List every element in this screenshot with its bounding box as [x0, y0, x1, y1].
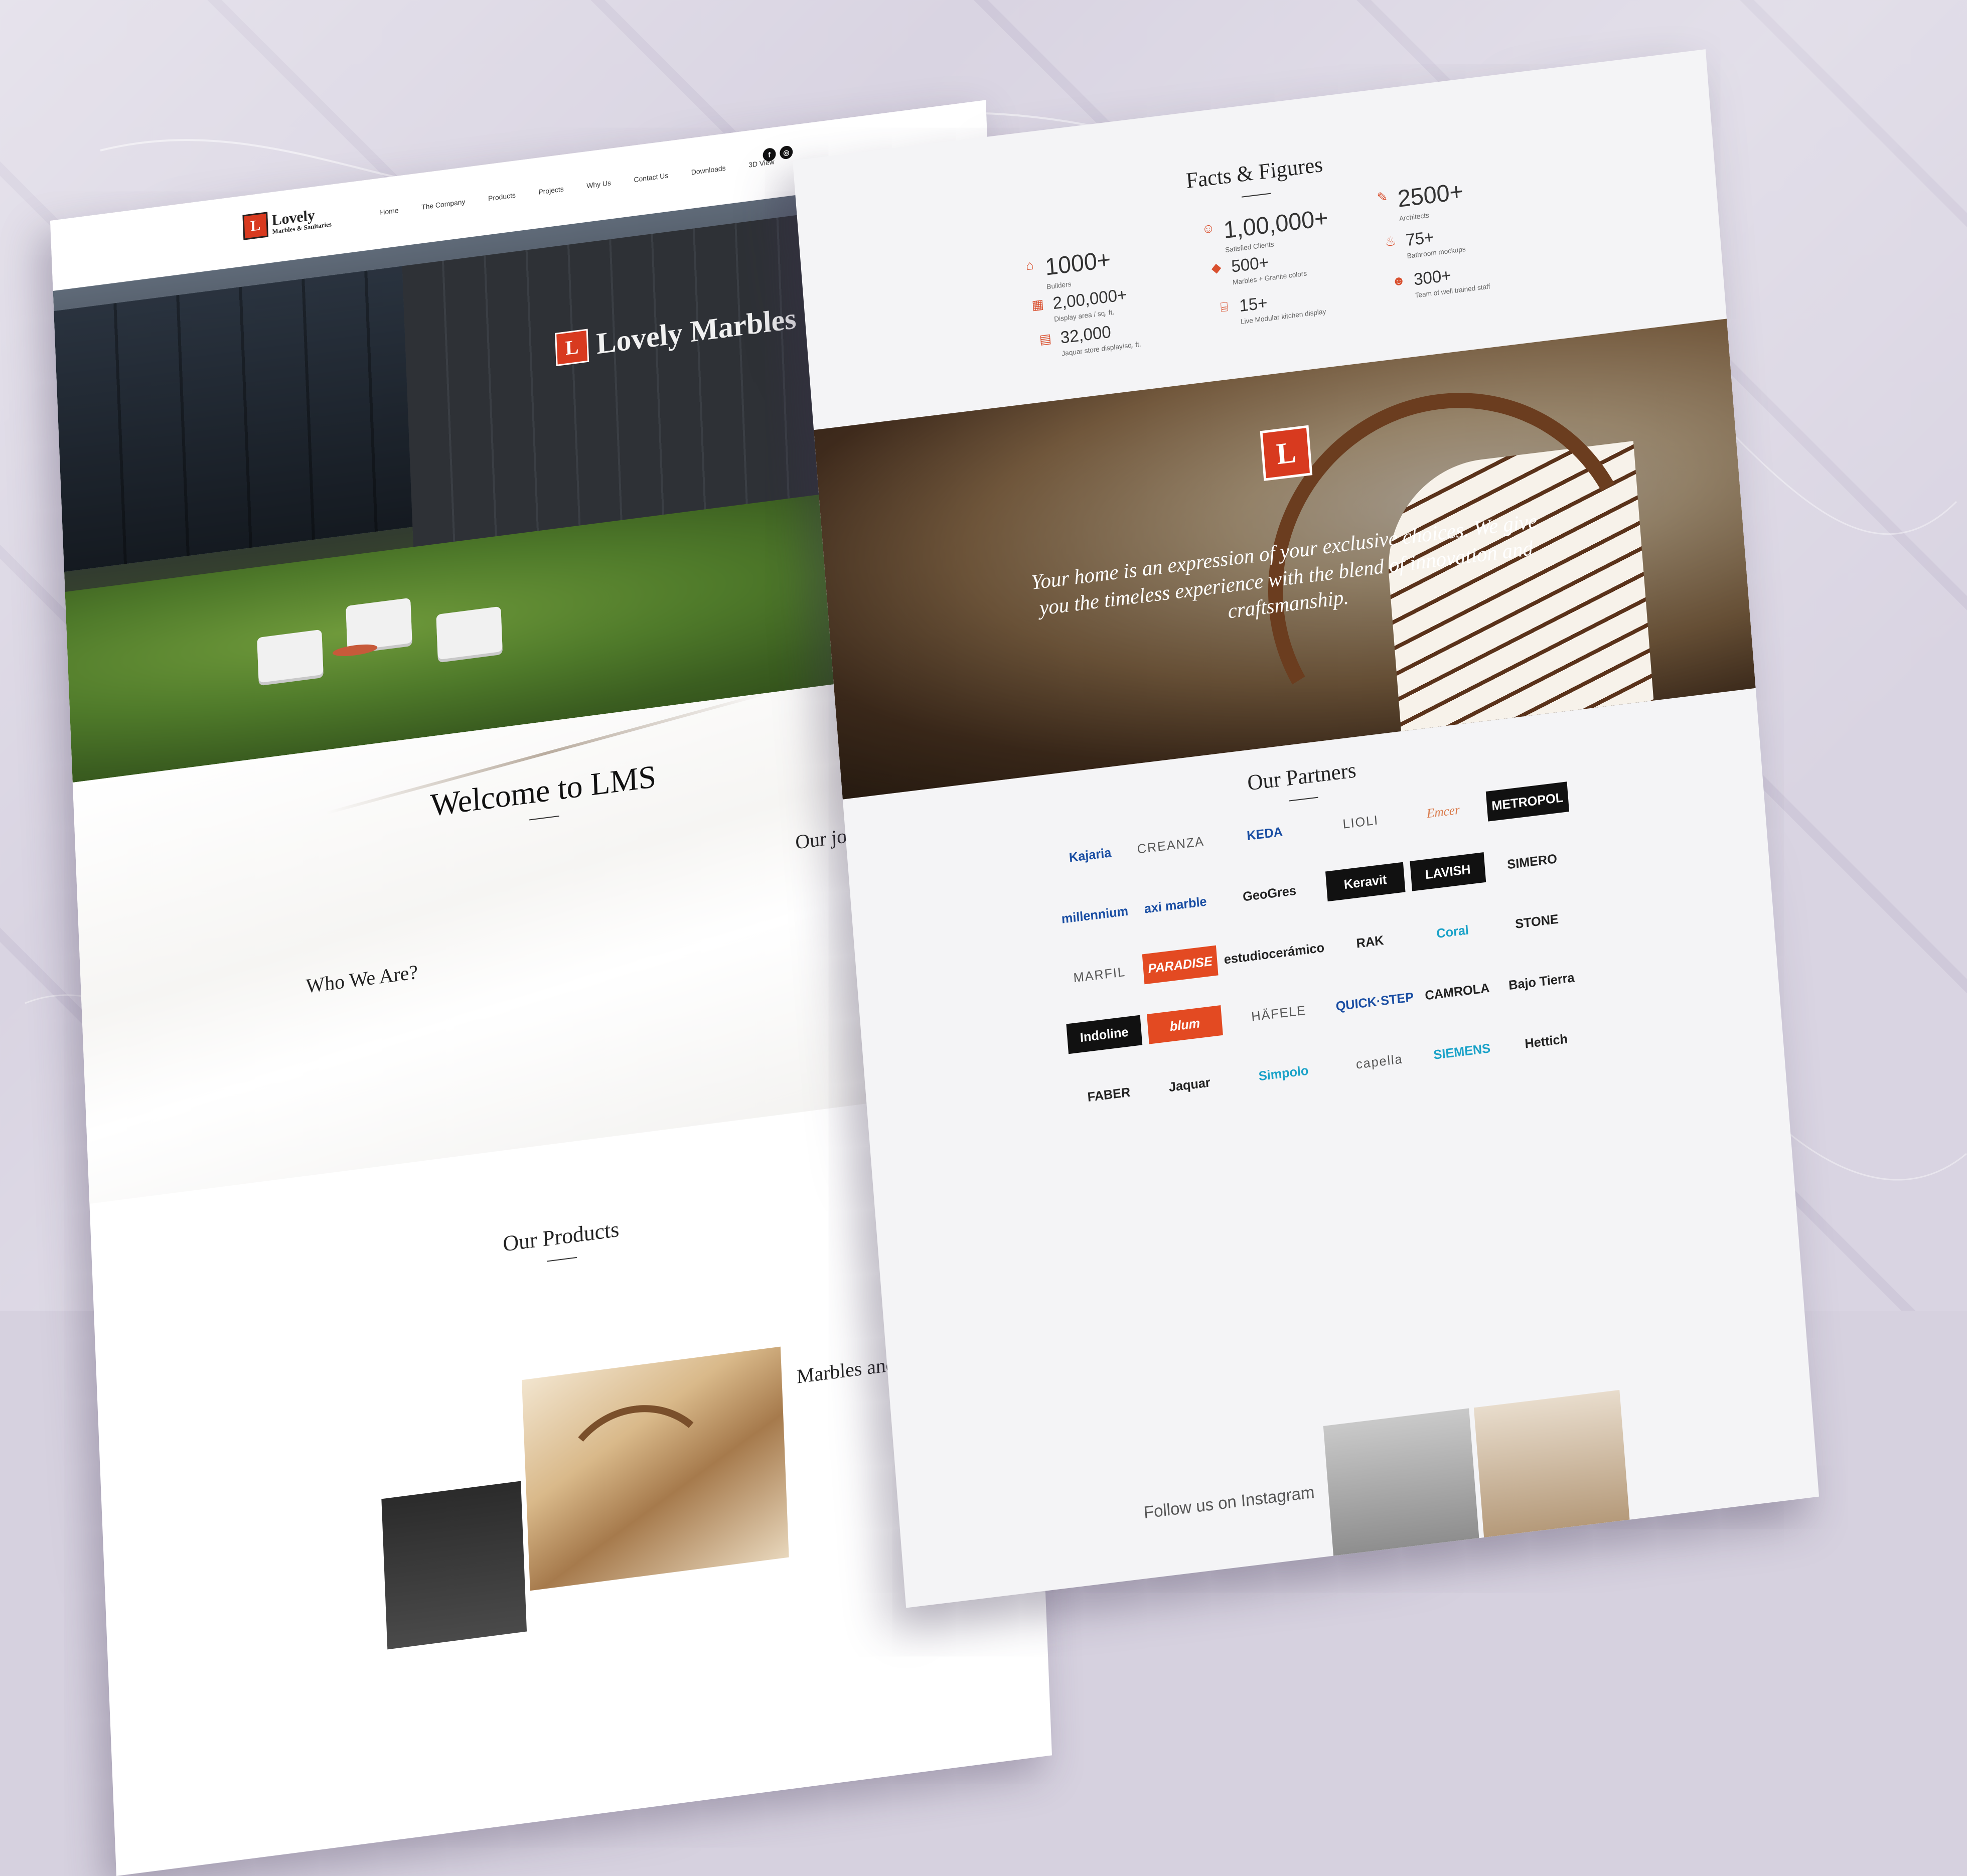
- partner-logo[interactable]: SIMERO: [1490, 842, 1574, 881]
- partner-logo[interactable]: Kajaria: [1052, 835, 1128, 874]
- partner-logo[interactable]: Jaquar: [1151, 1065, 1228, 1104]
- stat-bathroom-mockups: ♨ 75+ Bathroom mockups: [1382, 225, 1466, 263]
- partner-logo-grid: Kajaria CREANZA KEDA LIOLI Emcer METROPO…: [1052, 781, 1588, 1114]
- nav-the-company[interactable]: The Company: [421, 198, 466, 211]
- clients-icon: ☺: [1201, 220, 1216, 237]
- stat-marble-colors: ◆ 500+ Marbles + Granite colors: [1207, 249, 1307, 289]
- product-image-door[interactable]: [381, 1481, 527, 1650]
- about-mockup: Facts & Figures ⌂ 1000+ Builders ☺ 1,00,0…: [793, 49, 1820, 1608]
- partner-logo[interactable]: axi marble: [1137, 885, 1214, 924]
- logo-mark: L: [242, 212, 269, 240]
- partner-logo[interactable]: KEDA: [1214, 813, 1316, 855]
- stat-staff: ☻ 300+ Team of well trained staff: [1390, 262, 1490, 302]
- partner-logo[interactable]: Simpolo: [1232, 1052, 1335, 1094]
- jaquar-icon: ▤: [1038, 331, 1052, 347]
- stat-kitchen-display: ⌸ 15+ Live Modular kitchen display: [1216, 287, 1326, 329]
- chair: [346, 597, 412, 652]
- partner-logo[interactable]: CAMROLA: [1419, 972, 1495, 1011]
- partner-logo[interactable]: Bajo Tierra: [1499, 961, 1583, 1001]
- architects-icon: ✎: [1376, 189, 1389, 205]
- partner-logo[interactable]: HÄFELE: [1228, 992, 1330, 1034]
- stat-display-area: ▦ 2,00,000+ Display area / sq. ft.: [1029, 285, 1128, 326]
- partner-logo[interactable]: CREANZA: [1133, 826, 1209, 865]
- nav-products[interactable]: Products: [488, 191, 516, 203]
- instagram-post[interactable]: [1473, 1389, 1630, 1538]
- partner-logo[interactable]: GeoGres: [1218, 872, 1321, 914]
- sign-logo-mark: L: [555, 329, 589, 366]
- builders-icon: ⌂: [1025, 257, 1034, 273]
- partner-logo[interactable]: STONE: [1495, 901, 1579, 941]
- social-links: f ◎: [763, 145, 793, 162]
- nav-downloads[interactable]: Downloads: [691, 164, 725, 177]
- site-logo[interactable]: L Lovely Marbles & Sanitaries: [242, 204, 332, 240]
- hero-logo-mark: L: [1260, 425, 1313, 481]
- marble-icon: ◆: [1211, 259, 1222, 276]
- partner-logo[interactable]: PARADISE: [1142, 945, 1219, 985]
- facebook-icon[interactable]: f: [763, 147, 776, 162]
- display-area-icon: ▦: [1031, 296, 1044, 313]
- glass-facade: [54, 264, 423, 572]
- nav-projects[interactable]: Projects: [538, 185, 564, 196]
- instagram-label[interactable]: Follow us on Instagram: [1143, 1483, 1315, 1523]
- instagram-icon[interactable]: ◎: [779, 145, 793, 160]
- partner-logo[interactable]: LAVISH: [1410, 852, 1486, 891]
- partner-logo[interactable]: RAK: [1330, 922, 1410, 962]
- instagram-post[interactable]: [1323, 1408, 1479, 1556]
- stat-jaquar-display: ▤ 32,000 Jaquar store display/sq. ft.: [1036, 320, 1141, 361]
- staff-icon: ☻: [1391, 272, 1406, 289]
- bathroom-icon: ♨: [1384, 233, 1397, 250]
- partner-logo[interactable]: SIEMENS: [1424, 1032, 1500, 1071]
- partner-logo[interactable]: METROPOL: [1485, 781, 1570, 822]
- stat-architects: ✎ 2500+ Architects: [1374, 178, 1465, 225]
- nav-why-us[interactable]: Why Us: [586, 179, 611, 190]
- stat-clients: ☺ 1,00,000+ Satisfied Clients: [1199, 205, 1330, 257]
- stat-builders: ⌂ 1000+ Builders: [1021, 246, 1112, 293]
- stat-value: 1000+: [1044, 246, 1112, 281]
- stat-value: 75+: [1405, 227, 1435, 250]
- partner-logo[interactable]: Indoline: [1066, 1015, 1142, 1054]
- partner-logo[interactable]: blum: [1146, 1005, 1223, 1044]
- title-underline: [1289, 797, 1318, 802]
- partner-logo[interactable]: LIOLI: [1320, 802, 1401, 842]
- kitchen-icon: ⌸: [1220, 299, 1229, 315]
- partner-logo[interactable]: Emcer: [1405, 793, 1481, 832]
- partner-logo[interactable]: millennium: [1057, 895, 1133, 934]
- partner-logo[interactable]: FABER: [1071, 1075, 1147, 1114]
- title-underline: [1241, 193, 1271, 198]
- partner-logo[interactable]: Hettich: [1504, 1021, 1588, 1061]
- partner-logo[interactable]: Keravit: [1325, 862, 1406, 902]
- partner-logo[interactable]: estudiocerámico: [1223, 932, 1325, 975]
- partner-logo[interactable]: MARFIL: [1062, 955, 1137, 994]
- stat-value: 2500+: [1397, 178, 1464, 213]
- nav-contact-us[interactable]: Contact Us: [634, 171, 668, 184]
- chair: [257, 629, 324, 683]
- nav-home[interactable]: Home: [380, 206, 399, 217]
- partner-logo[interactable]: QUICK·STEP: [1334, 982, 1415, 1021]
- product-image-staircase[interactable]: [522, 1346, 789, 1591]
- partner-logo[interactable]: capella: [1339, 1042, 1420, 1081]
- title-underline: [547, 1257, 577, 1262]
- chair: [436, 606, 503, 660]
- partner-logo[interactable]: Coral: [1415, 912, 1490, 951]
